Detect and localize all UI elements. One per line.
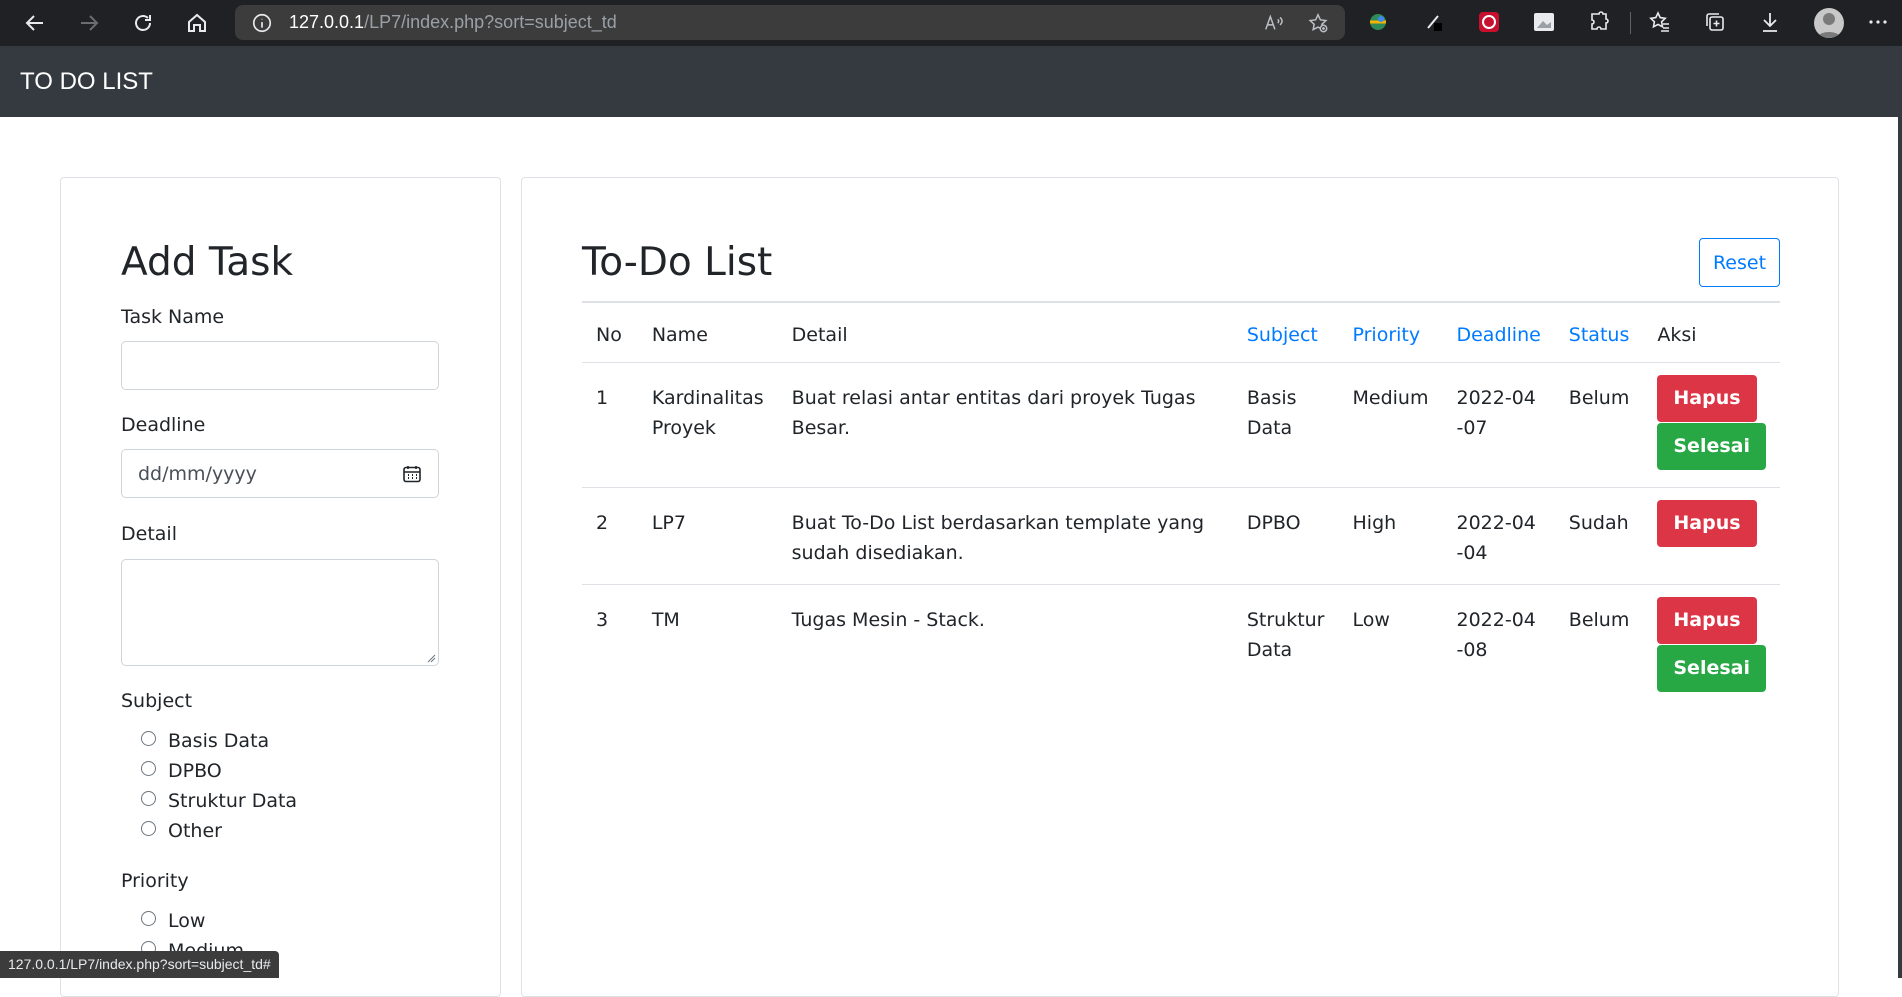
todo-table: No Name Detail Subject Priority Deadline… <box>582 301 1780 709</box>
collections-icon[interactable] <box>1703 10 1727 34</box>
radio-button[interactable] <box>141 730 156 746</box>
radio-button[interactable] <box>141 820 156 836</box>
deadline-label: Deadline <box>121 414 206 436</box>
subject-option-basis-data[interactable]: Basis Data <box>141 730 269 752</box>
forward-icon[interactable] <box>72 6 106 40</box>
cell-subject: Struktur Data <box>1246 608 1325 661</box>
read-aloud-icon[interactable] <box>1263 12 1285 34</box>
app-navbar: TO DO LIST <box>0 46 1898 117</box>
toolbar-separator <box>1630 12 1631 34</box>
delete-button[interactable]: Hapus <box>1657 374 1757 422</box>
cell-priority: Low <box>1352 608 1390 631</box>
table-row: 3 TM Tugas Mesin - Stack. Struktur Data … <box>582 584 1780 709</box>
cell-name: Kardinalitas Proyek <box>637 362 778 488</box>
calendar-icon[interactable] <box>402 464 422 484</box>
radio-button[interactable] <box>141 760 156 776</box>
cell-status: Sudah <box>1554 487 1644 585</box>
table-row: 1 Kardinalitas Proyek Buat relasi antar … <box>582 362 1780 488</box>
radio-button[interactable] <box>141 910 156 926</box>
cell-name: LP7 <box>637 487 778 585</box>
cell-subject: DPBO <box>1232 487 1339 585</box>
todo-list-card: To-Do List Reset No Name Detail Subject … <box>521 177 1839 997</box>
column-header-deadline[interactable]: Deadline <box>1442 301 1555 363</box>
subject-option-label: DPBO <box>168 760 222 782</box>
cell-subject: Basis Data <box>1232 362 1339 488</box>
done-button[interactable]: Selesai <box>1657 644 1766 692</box>
subject-option-label: Basis Data <box>168 730 270 752</box>
add-task-title: Add Task <box>121 240 294 285</box>
cell-deadline: 2022-04-04 <box>1442 487 1555 585</box>
priority-label: Priority <box>121 870 189 892</box>
table-row: 2 LP7 Buat To-Do List berdasarkan templa… <box>582 487 1780 585</box>
favorites-icon[interactable] <box>1648 10 1672 34</box>
cell-status: Belum <box>1554 362 1644 488</box>
refresh-icon[interactable] <box>126 6 160 40</box>
done-button[interactable]: Selesai <box>1657 422 1766 470</box>
detail-textarea[interactable] <box>121 559 439 666</box>
task-name-label: Task Name <box>121 306 225 328</box>
reset-button[interactable]: Reset <box>1699 238 1780 287</box>
address-bar[interactable]: 127.0.0.1/LP7/index.php?sort=subject_td <box>235 5 1345 40</box>
column-header-status[interactable]: Status <box>1554 301 1644 363</box>
subject-option-struktur-data[interactable]: Struktur Data <box>141 790 297 812</box>
cell-detail: Buat relasi antar entitas dari proyek Tu… <box>777 362 1233 488</box>
back-icon[interactable] <box>18 6 52 40</box>
info-icon[interactable] <box>251 12 273 34</box>
radio-button[interactable] <box>141 790 156 806</box>
cell-actions: Hapus Selesai <box>1643 584 1780 709</box>
delete-button[interactable]: Hapus <box>1657 596 1757 644</box>
page-scrollbar[interactable] <box>1898 46 1902 978</box>
cell-status: Belum <box>1568 608 1630 631</box>
add-task-card: Add Task Task Name Deadline dd/mm/yyyy D… <box>60 177 501 997</box>
extension-image-icon[interactable] <box>1532 10 1556 34</box>
column-header-subject[interactable]: Subject <box>1232 301 1339 363</box>
cell-detail: Buat To-Do List berdasarkan template yan… <box>777 487 1233 585</box>
navbar-brand[interactable]: TO DO LIST <box>20 68 153 96</box>
more-icon[interactable] <box>1866 10 1890 34</box>
profile-icon[interactable] <box>1814 8 1844 38</box>
extension-pen-icon[interactable] <box>1422 10 1446 34</box>
column-header-detail: Detail <box>777 301 1233 363</box>
subject-option-label: Other <box>168 820 222 842</box>
cell-actions: Hapus <box>1643 487 1780 585</box>
cell-name: TM <box>651 608 680 631</box>
favorite-add-icon[interactable] <box>1307 12 1329 34</box>
column-header-no: No <box>582 301 638 363</box>
status-bar-link-url: 127.0.0.1/LP7/index.php?sort=subject_td# <box>0 951 279 978</box>
todo-list-title: To-Do List <box>582 240 773 285</box>
cell-deadline: 2022-04-08 <box>1456 608 1536 661</box>
column-header-priority[interactable]: Priority <box>1338 301 1443 363</box>
url-text[interactable]: 127.0.0.1/LP7/index.php?sort=subject_td <box>289 12 617 33</box>
extension-globe-icon[interactable] <box>1366 10 1390 34</box>
cell-priority: Medium <box>1338 362 1443 488</box>
deadline-placeholder: dd/mm/yyyy <box>138 462 257 485</box>
table-header-row: No Name Detail Subject Priority Deadline… <box>582 301 1780 363</box>
delete-button[interactable]: Hapus <box>1657 499 1757 547</box>
resize-handle-icon[interactable] <box>426 653 436 663</box>
cell-detail: Tugas Mesin - Stack. <box>791 608 985 631</box>
priority-option-low[interactable]: Low <box>141 910 205 932</box>
column-header-name: Name <box>637 301 778 363</box>
deadline-input[interactable]: dd/mm/yyyy <box>121 449 439 498</box>
subject-option-dpbo[interactable]: DPBO <box>141 760 222 782</box>
task-name-input[interactable] <box>121 341 439 390</box>
extensions-icon[interactable] <box>1587 10 1611 34</box>
cell-no: 2 <box>582 487 638 585</box>
priority-option-label: Low <box>168 910 206 932</box>
cell-priority: High <box>1338 487 1443 585</box>
downloads-icon[interactable] <box>1758 10 1782 34</box>
subject-option-other[interactable]: Other <box>141 820 222 842</box>
cell-no: 3 <box>596 608 609 631</box>
cell-deadline: 2022-04-07 <box>1442 362 1555 488</box>
subject-label: Subject <box>121 690 193 712</box>
cell-no: 1 <box>582 362 638 488</box>
subject-option-label: Struktur Data <box>168 790 298 812</box>
browser-toolbar: 127.0.0.1/LP7/index.php?sort=subject_td <box>0 0 1902 46</box>
cell-actions: Hapus Selesai <box>1643 362 1780 488</box>
home-icon[interactable] <box>180 6 214 40</box>
extension-red-icon[interactable] <box>1477 10 1501 34</box>
detail-label: Detail <box>121 523 177 545</box>
column-header-aksi: Aksi <box>1643 301 1780 363</box>
